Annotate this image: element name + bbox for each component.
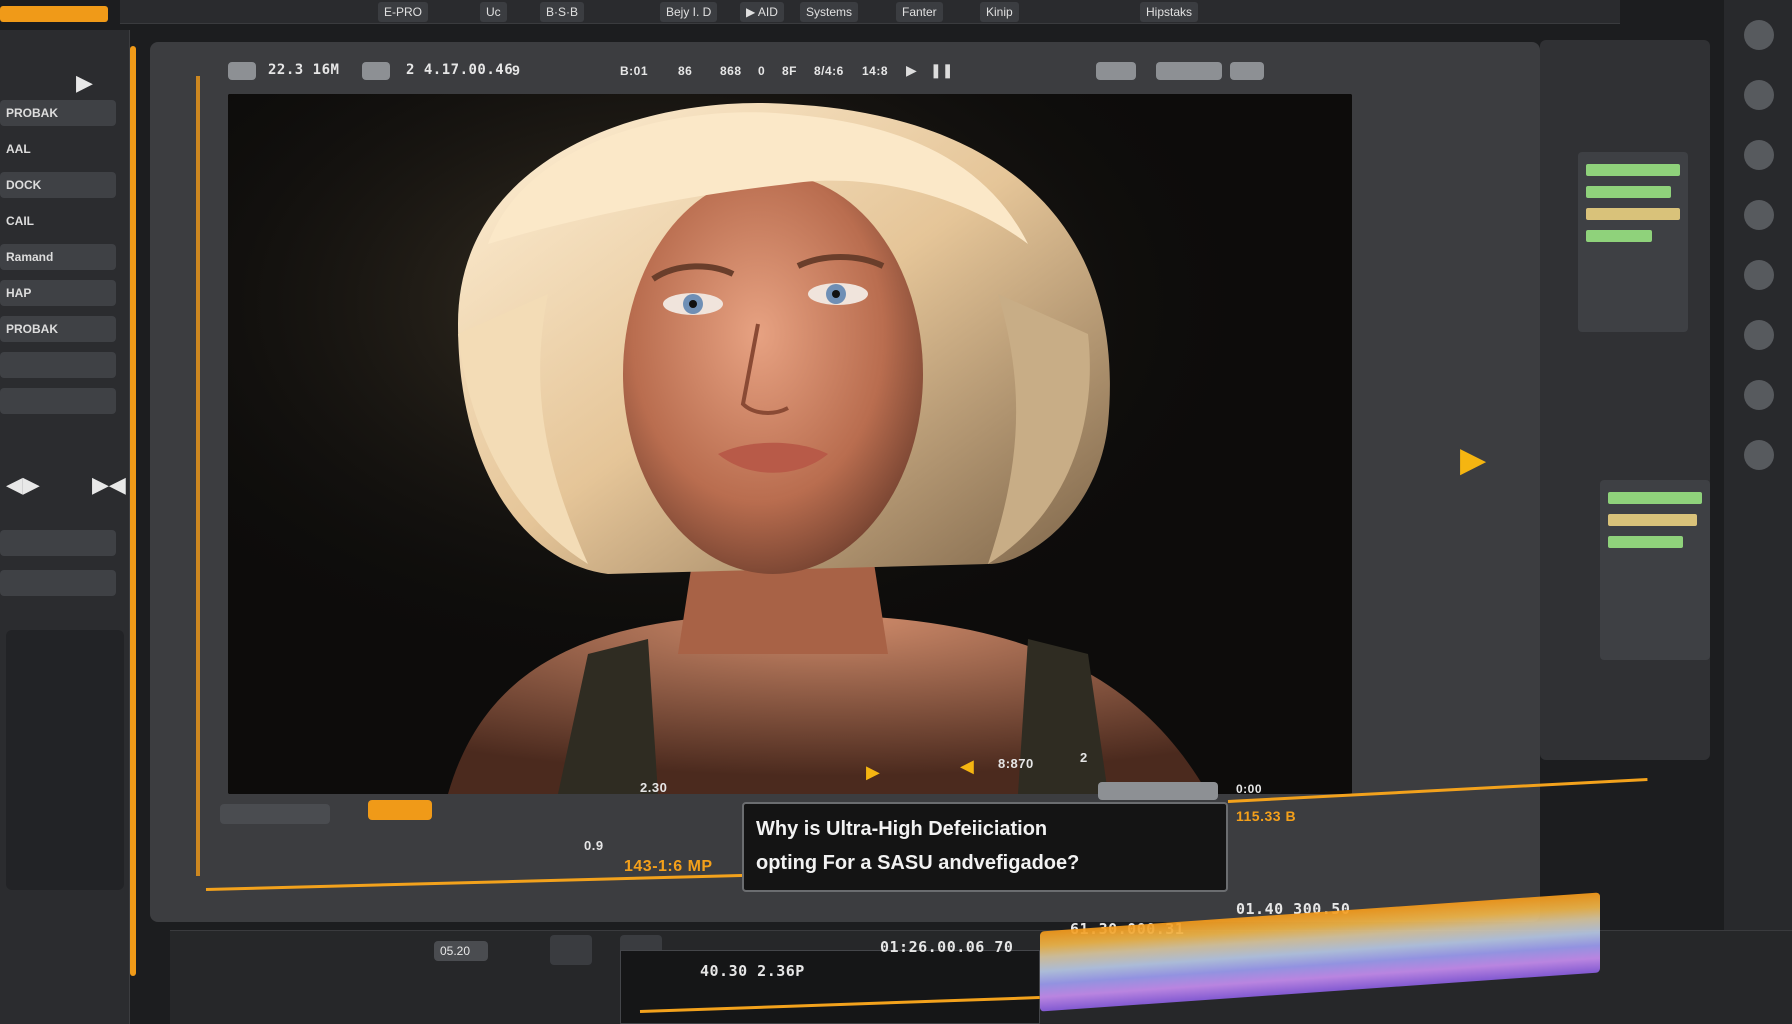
subtitle-box[interactable]: Why is Ultra-High Defeiiciation opting F… bbox=[742, 802, 1228, 892]
small-label: 0:00 bbox=[1236, 782, 1263, 796]
toolbar-btn-b[interactable] bbox=[1156, 62, 1222, 80]
pause-icon[interactable]: ❚❚ bbox=[930, 62, 953, 79]
timecode-left: 22.3 16M bbox=[268, 62, 340, 78]
readout-2: 868 bbox=[720, 64, 742, 78]
meter-bar bbox=[1586, 230, 1652, 242]
accent-tab bbox=[0, 6, 108, 22]
right-tag: 115.33 B bbox=[1236, 808, 1297, 824]
timeline-track[interactable] bbox=[620, 950, 1040, 1024]
left-row-5[interactable]: Ramand bbox=[0, 244, 116, 270]
tool-icon[interactable] bbox=[1744, 260, 1774, 290]
left-row-3[interactable]: DOCK bbox=[0, 172, 116, 198]
left-scope bbox=[6, 630, 124, 890]
menu-item-aid[interactable]: ▶ AID bbox=[740, 2, 784, 22]
time-a: 40.30 2.36P bbox=[700, 962, 805, 980]
readout-0: B:01 bbox=[620, 64, 649, 78]
meter-bar bbox=[1586, 186, 1671, 198]
left-row-blank-b[interactable] bbox=[0, 388, 116, 414]
left-row-6[interactable]: HAP bbox=[0, 280, 116, 306]
portrait-image bbox=[228, 94, 1352, 794]
meter-bar bbox=[1608, 514, 1698, 526]
toolbar-btn-c[interactable] bbox=[1230, 62, 1264, 80]
toolbar-tag-2[interactable] bbox=[362, 62, 390, 80]
left-row-4[interactable]: CAIL bbox=[0, 208, 116, 234]
bottom-time: 8:870 bbox=[998, 756, 1034, 771]
menu-item-fanter[interactable]: Fanter bbox=[896, 2, 943, 22]
meter-bar bbox=[1608, 536, 1684, 548]
menu-item-bsb[interactable]: B·S·B bbox=[540, 2, 585, 22]
audio-meter-2 bbox=[1600, 480, 1710, 660]
timecode-right: 2 4.17.00.46 bbox=[406, 62, 514, 78]
audio-meter-1 bbox=[1578, 152, 1688, 332]
viewer-control-b[interactable] bbox=[368, 800, 432, 820]
next-marker-icon[interactable]: ▶ bbox=[1460, 440, 1486, 480]
tool-icon[interactable] bbox=[1744, 140, 1774, 170]
subtitle-line-1: Why is Ultra-High Defeiiciation bbox=[756, 818, 1048, 840]
meter-bar bbox=[1608, 492, 1702, 504]
menu-item-epro[interactable]: E-PRO bbox=[378, 2, 429, 22]
readout-6: 14:8 bbox=[862, 64, 889, 78]
timeline-left-label[interactable]: 05.20 bbox=[434, 941, 488, 961]
marker-icon[interactable] bbox=[550, 935, 592, 965]
accent-edge-inner bbox=[196, 76, 200, 876]
bottom-readout: 2.30 bbox=[640, 780, 668, 795]
menu-item-systems[interactable]: Systems bbox=[800, 2, 859, 22]
time-b: 01:26.00.06 70 bbox=[880, 938, 1014, 956]
tool-icon[interactable] bbox=[1744, 380, 1774, 410]
tool-icon[interactable] bbox=[1744, 440, 1774, 470]
skip-back-icon[interactable]: ◀▶ bbox=[6, 472, 40, 498]
viewer-toolbar: 22.3 16M 2 4.17.00.46 9 B:01 86 868 0 8F… bbox=[226, 58, 1366, 84]
video-preview[interactable] bbox=[228, 94, 1352, 794]
left-row-1[interactable]: PROBAK bbox=[0, 100, 116, 126]
menu-item-kinip[interactable]: Kinip bbox=[980, 2, 1019, 22]
mp-small: 0.9 bbox=[584, 838, 604, 853]
tool-icon[interactable] bbox=[1744, 200, 1774, 230]
readout-4: 8F bbox=[782, 64, 798, 78]
left-row-blank-d[interactable] bbox=[0, 570, 116, 596]
tool-icon[interactable] bbox=[1744, 320, 1774, 350]
meter-bar bbox=[1586, 208, 1680, 220]
bottom-counter: 2 bbox=[1080, 750, 1088, 765]
play-icon[interactable]: ▶ bbox=[906, 62, 917, 79]
mp-label: 143-1:6 MP bbox=[624, 858, 713, 875]
left-row-blank-c[interactable] bbox=[0, 530, 116, 556]
subtitle-line-2: opting For a SASU andvefigadoe? bbox=[756, 852, 1080, 874]
viewer-control-a[interactable] bbox=[220, 804, 330, 824]
left-row-7[interactable]: PROBAK bbox=[0, 316, 116, 342]
menu-bar: E-PRO Uc B·S·B Bejy I. D ▶ AID Systems F… bbox=[120, 0, 1620, 24]
left-row-2[interactable]: AAL bbox=[0, 136, 116, 162]
play-icon[interactable]: ▶ bbox=[76, 70, 93, 96]
settings-icon[interactable] bbox=[1744, 20, 1774, 50]
menu-item-bejy[interactable]: Bejy I. D bbox=[660, 2, 718, 22]
toolbar-tag[interactable] bbox=[228, 62, 256, 80]
menu-item-hipstaks[interactable]: Hipstaks bbox=[1140, 2, 1199, 22]
viewer-control-c[interactable] bbox=[1098, 782, 1218, 800]
toolbar-btn-a[interactable] bbox=[1096, 62, 1136, 80]
readout-1: 86 bbox=[678, 64, 693, 78]
accent-edge bbox=[130, 46, 136, 976]
menu-item-uc[interactable]: Uc bbox=[480, 2, 507, 22]
tool-column bbox=[1724, 0, 1792, 1024]
readout-3: 0 bbox=[758, 64, 766, 78]
right-panel bbox=[1540, 40, 1710, 760]
left-row-blank-a[interactable] bbox=[0, 352, 116, 378]
left-panel: ▶ PROBAK AAL DOCK CAIL Ramand HAP PROBAK… bbox=[0, 30, 130, 1024]
frame-counter: 9 bbox=[512, 62, 521, 78]
skip-forward-icon[interactable]: ▶◀ bbox=[92, 472, 126, 498]
meter-bar bbox=[1586, 164, 1680, 176]
play-icon[interactable]: ▶ bbox=[866, 762, 880, 783]
tool-icon[interactable] bbox=[1744, 80, 1774, 110]
reverse-icon[interactable]: ◀ bbox=[960, 756, 974, 777]
readout-5: 8/4:6 bbox=[814, 64, 844, 78]
